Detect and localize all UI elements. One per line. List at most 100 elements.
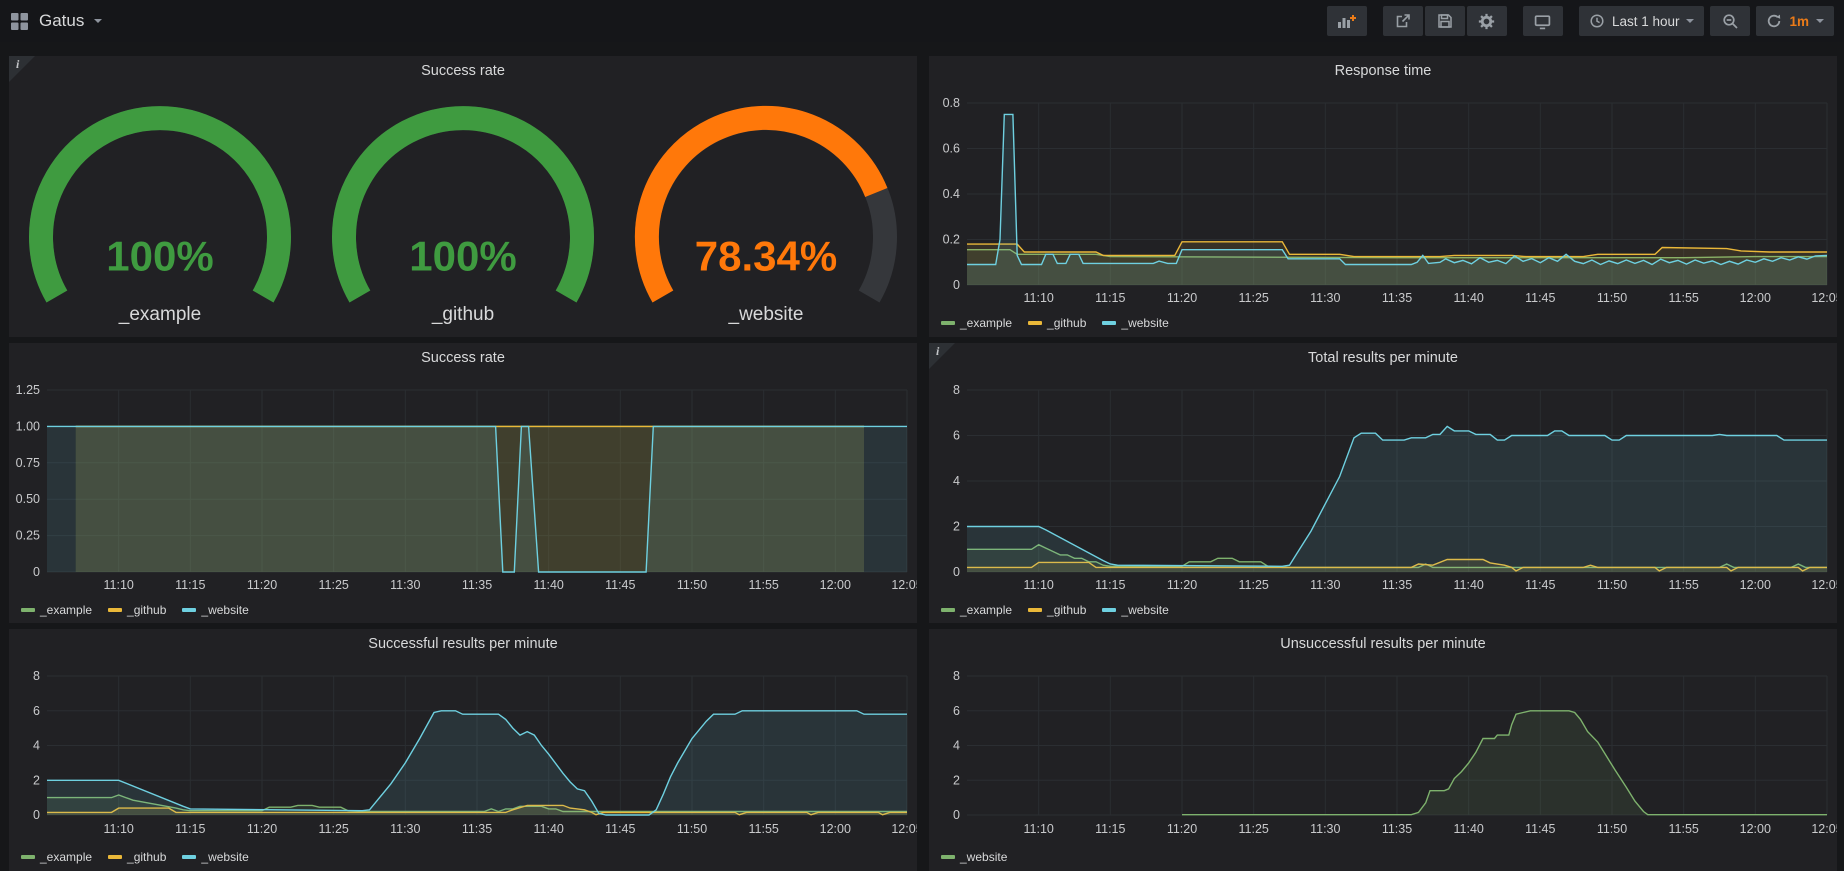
legend-color-dash [21,855,35,859]
y-tick-label: 0.8 [943,96,960,110]
legend-label: _example [40,603,92,617]
x-tick-label: 11:20 [247,822,277,836]
time-range-caret-icon [1686,19,1694,23]
gauge-label-_github: _github [431,304,494,325]
panel-success-rate-gauges: Success ratei100%_example100%_github78.3… [9,56,917,337]
navbar-right: Last 1 hour 1m [1327,6,1834,36]
y-tick-label: 0 [953,278,960,292]
legend-item-_example[interactable]: _example [21,850,92,864]
series-area-_website [1182,711,1827,815]
x-tick-label: 12:00 [820,578,851,592]
share-button[interactable] [1383,6,1423,36]
panel-info-corner[interactable] [9,56,35,82]
x-tick-label: 12:00 [820,822,851,836]
x-tick-label: 11:10 [1024,822,1054,836]
legend-item-_example[interactable]: _example [21,603,92,617]
x-tick-label: 12:00 [1740,578,1771,592]
legend-label: _website [1121,603,1168,617]
x-tick-label: 11:45 [1525,291,1555,305]
panel-title-successful-results-per-minute[interactable]: Successful results per minute [9,636,917,652]
refresh-button[interactable]: 1m [1756,6,1834,36]
dashboard-title[interactable]: Gatus [39,11,84,31]
panel-total-results-per-minute: Total results per minutei0246811:1011:15… [929,343,1837,623]
x-tick-label: 11:55 [749,578,779,592]
legend-item-_github[interactable]: _github [1028,603,1086,617]
legend-item-_example[interactable]: _example [941,316,1012,330]
legend-label: _github [127,850,166,864]
y-tick-label: 0.75 [16,456,40,470]
x-tick-label: 11:10 [104,578,134,592]
add-panel-button[interactable] [1327,6,1367,36]
y-tick-label: 8 [953,383,960,397]
refresh-interval-label: 1m [1789,14,1809,29]
settings-button[interactable] [1467,6,1507,36]
x-tick-label: 11:30 [390,578,420,592]
legend-item-_website[interactable]: _website [941,850,1007,864]
x-tick-label: 11:55 [1669,578,1699,592]
panel-title-total-results-per-minute[interactable]: Total results per minute [929,350,1837,366]
y-tick-label: 1.25 [16,383,40,397]
chart-success-rate[interactable]: 00.250.500.751.001.2511:1011:1511:2011:2… [9,343,917,623]
save-button[interactable] [1425,6,1465,36]
legend-label: _website [201,603,248,617]
x-tick-label: 11:20 [1167,291,1197,305]
x-tick-label: 11:35 [462,578,492,592]
y-tick-label: 0 [953,808,960,822]
legend-item-_website[interactable]: _website [1102,603,1168,617]
chart-legend: _example _github _website [21,850,249,864]
time-range-button[interactable]: Last 1 hour [1579,6,1705,36]
x-tick-label: 11:55 [749,822,779,836]
x-tick-label: 11:35 [1382,291,1412,305]
panel-info-corner[interactable] [929,343,955,369]
x-tick-label: 11:25 [319,578,349,592]
navbar: Gatus [0,0,1844,42]
legend-item-_github[interactable]: _github [1028,316,1086,330]
x-tick-label: 11:45 [1525,578,1555,592]
panel-title-response-time[interactable]: Response time [929,63,1837,79]
y-tick-label: 6 [33,704,40,718]
x-tick-label: 11:50 [1597,822,1627,836]
x-tick-label: 11:40 [1454,578,1484,592]
gauge-value-_website: 78.34% [695,233,837,280]
apps-grid-icon[interactable] [10,12,29,31]
legend-label: _example [960,603,1012,617]
y-tick-label: 4 [953,474,960,488]
x-tick-label: 11:40 [534,822,564,836]
gauge-label-_example: _example [118,304,201,325]
chart-unsuccessful-results-per-minute[interactable]: 0246811:1011:1511:2011:2511:3011:3511:40… [929,629,1837,871]
cycle-view-button[interactable] [1523,6,1563,36]
settings-gear-icon [1478,13,1495,30]
x-tick-label: 11:10 [104,822,134,836]
panel-title-success-rate[interactable]: Success rate [9,350,917,366]
gauge-label-_website: _website [728,304,804,325]
legend-color-dash [108,608,122,612]
legend-label: _website [201,850,248,864]
x-tick-label: 11:30 [1310,578,1340,592]
panel-title-unsuccessful-results-per-minute[interactable]: Unsuccessful results per minute [929,636,1837,652]
legend-item-_website[interactable]: _website [182,850,248,864]
y-tick-label: 0 [33,808,40,822]
dashboard-actions-group [1383,6,1507,36]
x-tick-label: 11:25 [1239,578,1269,592]
legend-item-_github[interactable]: _github [108,850,166,864]
x-tick-label: 11:40 [1454,291,1484,305]
legend-item-_example[interactable]: _example [941,603,1012,617]
y-tick-label: 8 [33,669,40,683]
tv-icon [1534,13,1551,30]
legend-item-_github[interactable]: _github [108,603,166,617]
dashboard-caret-down-icon[interactable] [94,19,102,23]
legend-label: _example [40,850,92,864]
chart-total-results-per-minute[interactable]: 0246811:1011:1511:2011:2511:3011:3511:40… [929,343,1837,623]
y-tick-label: 4 [953,739,960,753]
add-panel-icon [1337,13,1357,29]
legend-item-_website[interactable]: _website [182,603,248,617]
legend-item-_website[interactable]: _website [1102,316,1168,330]
y-tick-label: 0.2 [943,233,960,247]
chart-successful-results-per-minute[interactable]: 0246811:1011:1511:2011:2511:3011:3511:40… [9,629,917,871]
panel-title-success-rate-gauges[interactable]: Success rate [9,63,917,79]
legend-color-dash [182,608,196,612]
chart-response-time[interactable]: 00.20.40.60.811:1011:1511:2011:2511:3011… [929,56,1837,337]
gauge-value-_github: 100% [409,233,516,280]
x-tick-label: 11:15 [175,822,205,836]
zoom-out-button[interactable] [1710,6,1750,36]
